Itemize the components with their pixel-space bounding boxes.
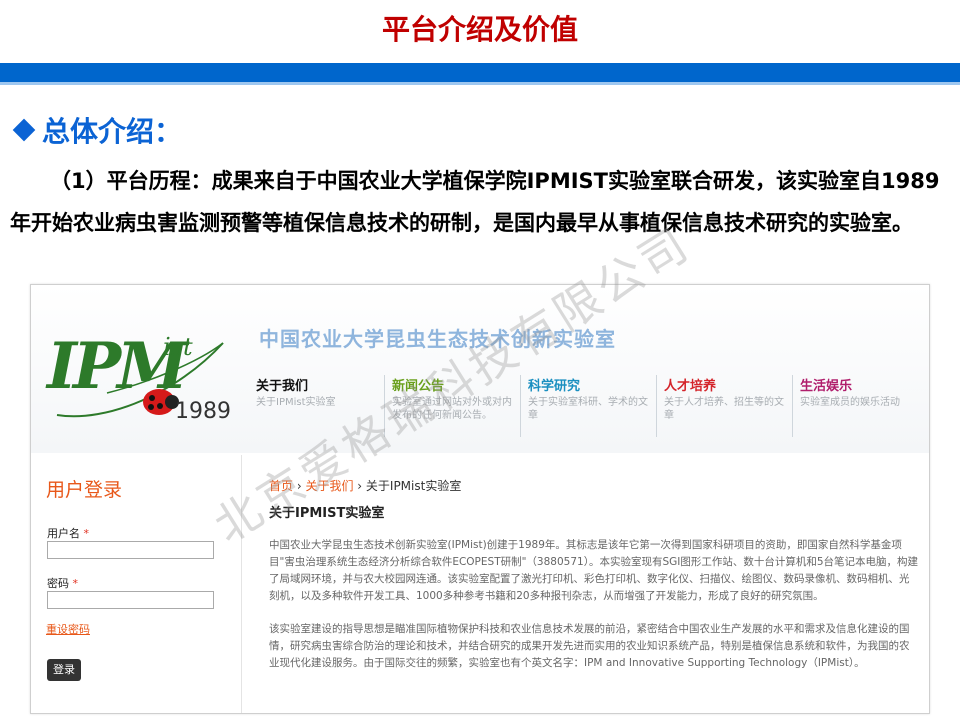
main-content: 首页 › 关于我们 › 关于IPMist实验室 关于IPMIST实验室 中国农业… [269,477,919,672]
required-mark: * [72,577,79,590]
page-heading: 关于IPMIST实验室 [269,506,385,521]
required-mark: * [83,527,90,540]
password-label: 密码 * [47,575,78,591]
diamond-bullet-icon [12,118,36,142]
login-title: 用户登录 [46,479,123,501]
nav-desc: 关于人才培养、招生等的文章 [664,397,784,421]
nav-title: 人才培养 [664,379,717,394]
reset-password-link[interactable]: 重设密码 [46,621,90,637]
header-bar [0,63,960,85]
breadcrumb-about[interactable]: 关于我们 [305,479,353,493]
nav-title: 科学研究 [528,379,581,394]
ladybug-icon [143,389,179,415]
section-heading-text: 总体介绍： [42,115,183,148]
nav-desc: 实验室通过网站对外或对内发布的任何新闻公告。 [392,397,512,421]
site-title: 中国农业大学昆虫生态技术创新实验室 [259,327,616,351]
nav-item-about[interactable]: 关于我们 关于IPMist实验室 [249,375,385,437]
nav-desc: 实验室成员的娱乐活动 [800,397,900,408]
nav-item-talent[interactable]: 人才培养 关于人才培养、招生等的文章 [657,375,793,437]
username-input[interactable] [47,541,214,559]
logo-text-ist: ist [163,333,193,361]
nav-item-research[interactable]: 科学研究 关于实验室科研、学术的文章 [521,375,657,437]
about-paragraph-1: 中国农业大学昆虫生态技术创新实验室(IPMist)创建于1989年。其标志是该年… [269,539,919,602]
section-heading: 总体介绍： [12,110,182,150]
breadcrumb-home[interactable]: 首页 [269,479,293,493]
breadcrumb-sep: › [293,479,306,493]
nav-title: 关于我们 [256,379,309,394]
breadcrumb-current: 关于IPMist实验室 [365,479,462,493]
nav-desc: 关于IPMist实验室 [256,397,336,408]
password-label-text: 密码 [47,577,69,590]
username-label-text: 用户名 [47,527,80,540]
username-label: 用户名 * [47,525,89,541]
nav-title: 生活娱乐 [800,379,853,394]
nav-item-life[interactable]: 生活娱乐 实验室成员的娱乐活动 [793,375,929,437]
intro-lead: （1）平台历程： [50,169,212,193]
column-divider [241,455,242,713]
about-paragraph-2: 该实验室建设的指导思想是瞄准国际植物保护科技和农业信息技术发展的前沿，紧密结合中… [269,623,910,669]
breadcrumb: 首页 › 关于我们 › 关于IPMist实验室 [269,477,919,494]
breadcrumb-sep: › [353,479,366,493]
login-button[interactable]: 登录 [47,659,81,681]
nav-item-news[interactable]: 新闻公告 实验室通过网站对外或对内发布的任何新闻公告。 [385,375,521,437]
nav-title: 新闻公告 [392,379,445,394]
logo-year: 1989 [175,399,231,424]
website-screenshot: IPM ist 1989 中国农业大学昆虫生态技术创新实验室 关于我们 关于IP… [30,284,930,714]
nav-desc: 关于实验室科研、学术的文章 [528,397,648,421]
slide-title: 平台介绍及价值 [381,13,578,46]
site-header: IPM ist 1989 中国农业大学昆虫生态技术创新实验室 关于我们 关于IP… [31,285,929,453]
password-input[interactable] [47,591,214,609]
site-logo[interactable]: IPM ist 1989 [47,323,231,435]
intro-paragraph: （1）平台历程：成果来自于中国农业大学植保学院IPMIST实验室联合研发，该实验… [10,160,945,244]
main-nav: 关于我们 关于IPMist实验室 新闻公告 实验室通过网站对外或对内发布的任何新… [249,375,929,441]
